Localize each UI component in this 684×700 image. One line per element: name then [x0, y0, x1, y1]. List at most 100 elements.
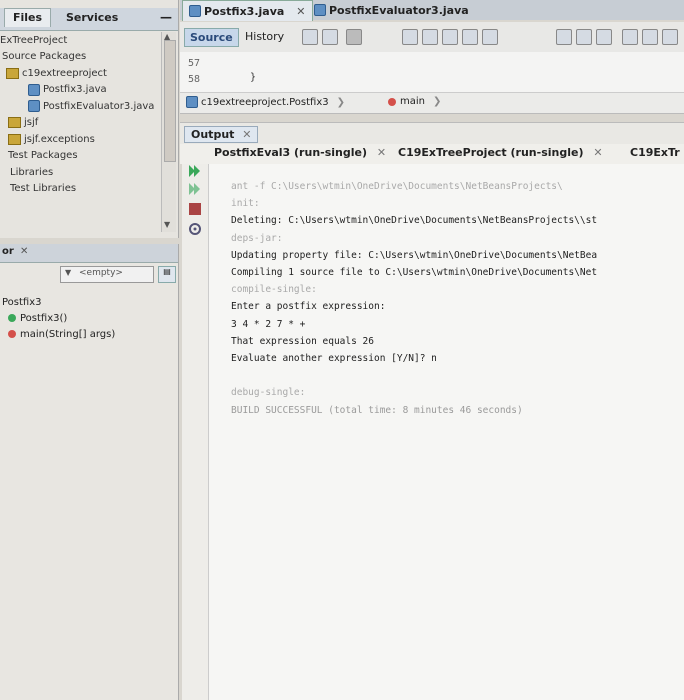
project-scrollbar[interactable]: ▲ ▼ [161, 32, 176, 232]
history-button[interactable]: History [240, 28, 289, 45]
close-icon[interactable]: ✕ [377, 146, 386, 159]
code-line[interactable]: } [250, 72, 256, 83]
tab-label: PostfixEvaluator3.java [329, 3, 469, 17]
console-line: Deleting: C:\Users\wtmin\OneDrive\Docume… [231, 215, 598, 227]
tree-item-source-packages[interactable]: Source Packages [0, 49, 160, 66]
tree-item-project[interactable]: ExTreeProject [0, 32, 160, 49]
output-console[interactable]: ant -f C:\Users\wtmin\OneDrive\Documents… [209, 164, 684, 700]
console-line: debug-single: [231, 387, 306, 399]
list-item-label: Postfix3 [2, 296, 42, 308]
close-icon[interactable]: ✕ [242, 128, 251, 141]
java-file-icon [28, 83, 40, 96]
toggle-bookmark-icon[interactable] [596, 29, 612, 45]
tab-output[interactable]: Output ✕ [184, 126, 259, 143]
tree-item-label: Source Packages [2, 51, 87, 63]
output-subtabs: PostfixEval3 (run-single) ✕ C19ExTreePro… [180, 144, 684, 164]
tree-item-java-file[interactable]: PostfixEvaluator3.java [0, 98, 160, 115]
console-line: compile-single: [231, 284, 317, 296]
chevron-right-icon: ❯ [336, 96, 346, 108]
line-numbers: 57 58 [188, 56, 210, 88]
tree-item-label: Test Packages [8, 150, 78, 162]
tab-postfixeval3-run[interactable]: PostfixEval3 (run-single) ✕ [214, 146, 386, 159]
breadcrumb-label: main [400, 96, 425, 107]
tab-postfix3-java[interactable]: Postfix3.java ✕ [182, 0, 313, 21]
editor-toolbar: Source History [180, 22, 684, 53]
list-item-constructor[interactable]: Postfix3() [0, 310, 115, 326]
tab-c19extreeproject-run[interactable]: C19ExTreeProject (run-single) ✕ [398, 146, 603, 159]
find-previous-icon[interactable] [402, 29, 418, 45]
find-next-icon[interactable] [422, 29, 438, 45]
console-line: 3 4 * 2 7 * + [231, 318, 306, 330]
tab-label: Postfix3.java [204, 4, 285, 18]
minimize-button[interactable]: — [160, 10, 172, 24]
java-file-icon [186, 96, 198, 108]
navigator-filter-select[interactable]: ▼ <empty> [60, 266, 154, 283]
forward-icon[interactable] [346, 29, 362, 45]
constructor-icon [8, 314, 16, 322]
code-editor[interactable]: 57 58 } [180, 52, 684, 92]
tree-item-label: jsjf [24, 117, 39, 129]
tree-item-label: Libraries [10, 166, 54, 178]
rerun-with-options-icon[interactable] [188, 182, 202, 196]
console-line: ant -f C:\Users\wtmin\OneDrive\Documents… [231, 181, 563, 192]
tree-item-test-libraries[interactable]: Test Libraries [0, 181, 160, 198]
comment-icon[interactable] [662, 29, 678, 45]
back-icon[interactable] [322, 29, 338, 45]
breadcrumb: c19extreeproject.Postfix3 ❯ main ❯ [180, 92, 684, 114]
list-item-method[interactable]: main(String[] args) [0, 326, 115, 342]
tree-item-test-packages[interactable]: Test Packages [0, 148, 160, 165]
console-line: init: [231, 198, 260, 210]
chevron-down-icon: ▼ [65, 268, 72, 277]
projects-panel: Files Services — ExTreeProject Source Pa… [0, 0, 179, 238]
tab-postfix-evaluator3-java[interactable]: PostfixEvaluator3.java [308, 0, 475, 20]
find-selection-icon[interactable] [442, 29, 458, 45]
tab-navigator[interactable]: or [2, 246, 14, 257]
settings-icon[interactable] [188, 222, 202, 236]
toggle-rectangular-selection-icon[interactable] [482, 29, 498, 45]
shift-left-icon[interactable] [622, 29, 638, 45]
next-bookmark-icon[interactable] [576, 29, 592, 45]
tab-c19extr-run[interactable]: C19ExTr [630, 146, 680, 159]
previous-bookmark-icon[interactable] [556, 29, 572, 45]
source-button[interactable]: Source [184, 28, 239, 47]
last-edit-icon[interactable] [302, 29, 318, 45]
navigator-options-button[interactable]: ▤ [158, 266, 176, 283]
console-line: deps-jar: [231, 232, 283, 244]
output-window-header: Output ✕ [180, 122, 684, 145]
stop-icon[interactable] [188, 202, 202, 216]
tree-item-libraries[interactable]: Libraries [0, 164, 160, 181]
java-file-icon [28, 100, 40, 113]
package-icon [8, 117, 21, 129]
project-tree: ExTreeProject Source Packages c19extreep… [0, 32, 160, 197]
tree-item-java-file[interactable]: Postfix3.java [0, 82, 160, 99]
subtab-label: PostfixEval3 (run-single) [214, 146, 367, 159]
tree-item-package[interactable]: c19extreeproject [0, 65, 160, 82]
rerun-icon[interactable] [188, 164, 202, 178]
breadcrumb-item-class[interactable]: c19extreeproject.Postfix3 ❯ [186, 96, 345, 108]
tree-item-label: Test Libraries [10, 183, 77, 195]
subtab-label: C19ExTr [630, 146, 680, 159]
tree-item-label: jsjf.exceptions [24, 133, 95, 145]
close-icon[interactable]: ✕ [296, 5, 305, 18]
tab-services[interactable]: Services [66, 11, 118, 24]
list-item-class[interactable]: Postfix3 [0, 294, 115, 310]
tree-item-label: PostfixEvaluator3.java [43, 100, 155, 112]
package-icon [8, 133, 21, 145]
scroll-down-icon[interactable]: ▼ [164, 220, 170, 229]
tree-item-package[interactable]: jsjf.exceptions [0, 131, 160, 148]
line-number: 58 [188, 74, 201, 85]
breadcrumb-item-method[interactable]: main ❯ [388, 96, 441, 107]
close-icon[interactable]: ✕ [593, 146, 602, 159]
console-line: BUILD SUCCESSFUL (total time: 8 minutes … [231, 404, 523, 416]
shift-right-icon[interactable] [642, 29, 658, 45]
close-icon[interactable]: ✕ [20, 246, 28, 257]
java-file-icon [189, 5, 201, 17]
toggle-highlight-icon[interactable] [462, 29, 478, 45]
scrollbar-thumb[interactable] [164, 40, 176, 162]
console-line: Compiling 1 source file to C:\Users\wtmi… [231, 267, 598, 278]
tab-files[interactable]: Files [4, 8, 52, 27]
console-line: Evaluate another expression [Y/N]? n [231, 353, 437, 364]
navigator-members: Postfix3 Postfix3() main(String[] args) [0, 294, 115, 342]
output-title: Output [191, 128, 235, 141]
tree-item-package[interactable]: jsjf [0, 115, 160, 132]
